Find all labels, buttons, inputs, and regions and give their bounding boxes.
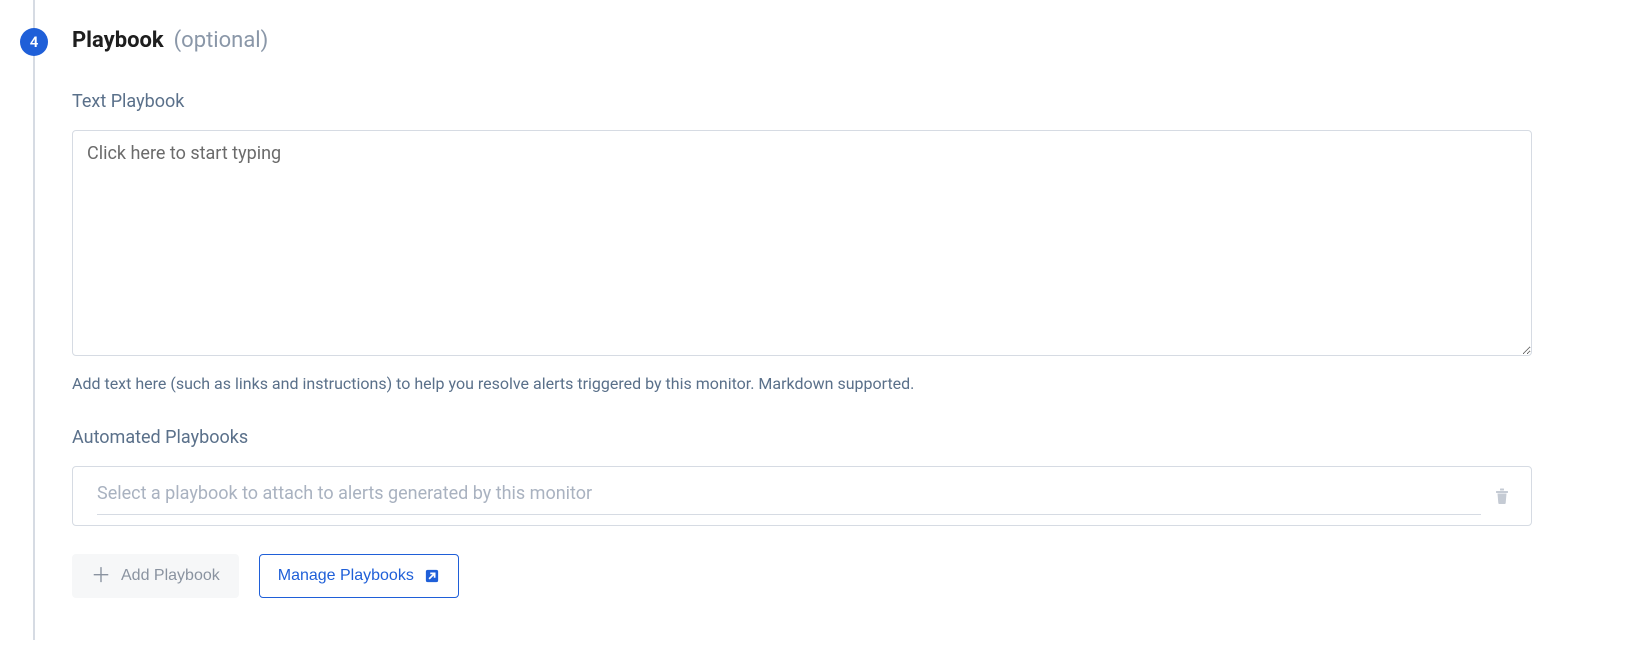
timeline-connector xyxy=(33,0,35,640)
playbook-select-placeholder: Select a playbook to attach to alerts ge… xyxy=(97,483,592,504)
text-playbook-helper: Add text here (such as links and instruc… xyxy=(72,374,1532,393)
step-number: 4 xyxy=(30,33,39,51)
automated-playbooks-section: Automated Playbooks Select a playbook to… xyxy=(72,427,1532,598)
text-playbook-input[interactable] xyxy=(72,130,1532,356)
playbook-section: Playbook (optional) Text Playbook Add te… xyxy=(72,28,1532,598)
automated-playbooks-label: Automated Playbooks xyxy=(72,427,1532,448)
playbook-select-container: Select a playbook to attach to alerts ge… xyxy=(72,466,1532,526)
section-header: Playbook (optional) xyxy=(72,28,1532,53)
step-number-badge: 4 xyxy=(20,28,48,56)
plus-icon: ＋ xyxy=(91,566,111,586)
manage-playbooks-label: Manage Playbooks xyxy=(278,567,414,585)
playbook-select[interactable]: Select a playbook to attach to alerts ge… xyxy=(97,477,1481,515)
add-playbook-button[interactable]: ＋ Add Playbook xyxy=(72,554,239,598)
section-title: Playbook xyxy=(72,28,164,53)
optional-label: (optional) xyxy=(174,28,269,53)
external-link-icon xyxy=(424,568,440,584)
manage-playbooks-button[interactable]: Manage Playbooks xyxy=(259,554,459,598)
text-playbook-label: Text Playbook xyxy=(72,91,1532,112)
playbook-buttons: ＋ Add Playbook Manage Playbooks xyxy=(72,554,1532,598)
add-playbook-label: Add Playbook xyxy=(121,567,220,585)
trash-icon[interactable] xyxy=(1493,486,1511,506)
